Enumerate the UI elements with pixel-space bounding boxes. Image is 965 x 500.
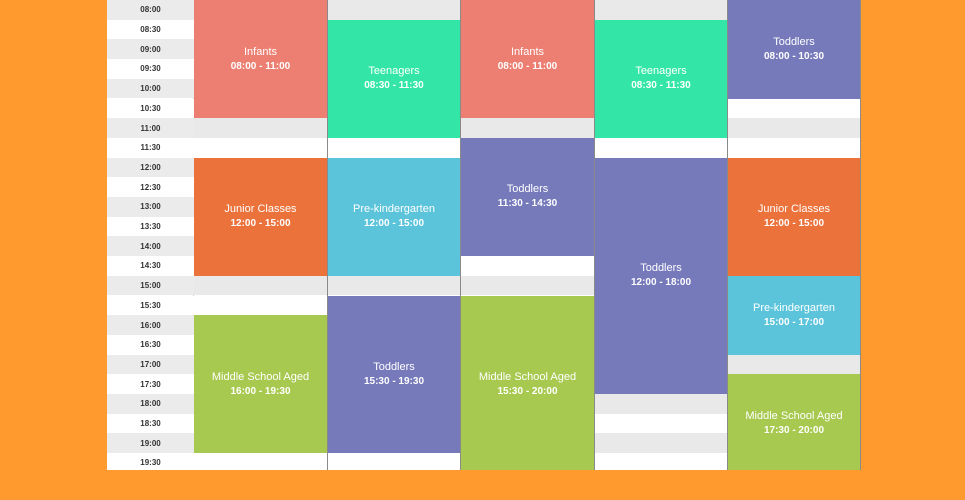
- event-time-range: 08:00 - 10:30: [763, 50, 825, 62]
- day-column: Teenagers 08:30 - 11:30 Toddlers 12:00 - 18…: [595, 0, 728, 470]
- event-name: Teenagers: [368, 65, 420, 78]
- event-time-range: 08:30 - 11:30: [364, 80, 424, 92]
- time-label: 13:00: [107, 197, 194, 217]
- time-label: 15:00: [107, 275, 194, 296]
- event-block[interactable]: Middle School Aged 15:30 - 20:00: [461, 295, 594, 470]
- event-block[interactable]: Middle School Aged 17:30 - 20:00: [728, 374, 860, 470]
- event-block[interactable]: Infants 08:00 - 11:00: [461, 0, 594, 119]
- event-time-range: 08:00 - 11:00: [497, 60, 558, 72]
- event-time-range: 12:00 - 15:00: [230, 218, 291, 230]
- event-name: Toddlers: [640, 262, 682, 275]
- event-time-range: 12:00 - 15:00: [363, 218, 425, 230]
- row-stripe: [595, 394, 727, 414]
- event-name: Teenagers: [635, 65, 687, 78]
- event-name: Toddlers: [506, 183, 549, 196]
- row-stripe: [595, 0, 727, 20]
- row-stripe: [194, 275, 327, 296]
- time-label: 09:30: [107, 59, 194, 79]
- time-label: 10:30: [107, 98, 194, 119]
- time-label: 12:00: [107, 157, 194, 178]
- event-name: Pre-kindergarten: [753, 301, 835, 314]
- event-block[interactable]: Toddlers 15:30 - 19:30: [328, 295, 460, 454]
- event-time-range: 11:30 - 14:30: [497, 198, 558, 210]
- event-name: Middle School Aged: [745, 410, 843, 423]
- event-block[interactable]: Infants 08:00 - 11:00: [194, 0, 327, 119]
- time-label: 09:00: [107, 39, 194, 60]
- event-time-range: 16:00 - 19:30: [230, 385, 291, 397]
- time-label: 18:00: [107, 394, 194, 414]
- event-time-range: 15:00 - 17:00: [763, 316, 825, 328]
- day-column: Toddlers 08:00 - 10:30 Junior Classes 12:00…: [728, 0, 861, 470]
- day-column: Teenagers 08:30 - 11:30 Pre-kindergarten 12…: [328, 0, 461, 470]
- row-stripe: [728, 354, 860, 375]
- time-label: 08:30: [107, 19, 194, 40]
- time-label: 14:00: [107, 236, 194, 257]
- time-label: 13:30: [107, 216, 194, 237]
- row-stripe: [194, 118, 327, 138]
- event-block[interactable]: Teenagers 08:30 - 11:30: [328, 19, 460, 138]
- event-name: Toddlers: [373, 360, 415, 373]
- event-block[interactable]: Pre-kindergarten 15:00 - 17:00: [728, 275, 860, 355]
- time-label: 17:00: [107, 354, 194, 375]
- event-time-range: 15:30 - 20:00: [497, 385, 558, 397]
- time-label: 16:00: [107, 315, 194, 335]
- row-stripe: [728, 118, 860, 138]
- time-label: 08:00: [107, 0, 194, 20]
- event-block[interactable]: Toddlers 11:30 - 14:30: [461, 137, 594, 257]
- event-name: Infants: [510, 45, 545, 58]
- event-name: Junior Classes: [757, 203, 831, 216]
- event-name: Middle School Aged: [211, 370, 310, 383]
- time-label: 14:30: [107, 256, 194, 276]
- event-name: Pre-kindergarten: [353, 203, 435, 216]
- event-block[interactable]: Junior Classes 12:00 - 15:00: [194, 157, 327, 276]
- row-stripe: [595, 433, 727, 454]
- event-time-range: 08:30 - 11:30: [631, 80, 691, 92]
- time-label: 11:00: [107, 118, 194, 138]
- row-stripe: [328, 0, 460, 20]
- event-time-range: 12:00 - 15:00: [763, 218, 825, 230]
- time-label: 12:30: [107, 177, 194, 197]
- day-column: Infants 08:00 - 11:00 Toddlers 11:30 - 14:3…: [461, 0, 595, 470]
- event-name: Middle School Aged: [478, 370, 577, 383]
- event-block[interactable]: Junior Classes 12:00 - 15:00: [728, 157, 860, 276]
- time-label: 17:30: [107, 374, 194, 394]
- event-time-range: 12:00 - 18:00: [630, 277, 692, 289]
- event-time-range: 15:30 - 19:30: [363, 375, 425, 387]
- day-column: Infants 08:00 - 11:00 Junior Classes 12:00 …: [194, 0, 328, 470]
- time-axis: 08:00 08:30 09:00 09:30 10:00 10:30 11:00 11:30…: [107, 0, 194, 470]
- time-label: 18:30: [107, 413, 194, 434]
- event-time-range: 17:30 - 20:00: [763, 425, 825, 437]
- event-time-range: 08:00 - 11:00: [230, 60, 291, 72]
- row-stripe: [461, 118, 594, 138]
- time-label: 19:00: [107, 433, 194, 454]
- event-block[interactable]: Toddlers 08:00 - 10:30: [728, 0, 860, 99]
- event-block[interactable]: Middle School Aged 16:00 - 19:30: [194, 315, 327, 454]
- time-label: 15:30: [107, 295, 194, 316]
- row-stripe: [461, 275, 594, 296]
- time-label: 11:30: [107, 137, 194, 158]
- time-label: 19:30: [107, 453, 194, 470]
- event-block[interactable]: Teenagers 08:30 - 11:30: [595, 19, 727, 138]
- event-name: Infants: [243, 45, 278, 58]
- row-stripe: [328, 275, 460, 296]
- event-block[interactable]: Pre-kindergarten 12:00 - 15:00: [328, 157, 460, 276]
- time-label: 10:00: [107, 78, 194, 99]
- timetable: 08:00 08:30 09:00 09:30 10:00 10:30 11:00 11:30…: [107, 0, 861, 470]
- event-name: Junior Classes: [224, 203, 297, 216]
- event-name: Toddlers: [773, 35, 815, 48]
- time-label: 16:30: [107, 334, 194, 355]
- event-block[interactable]: Toddlers 12:00 - 18:00: [595, 157, 727, 394]
